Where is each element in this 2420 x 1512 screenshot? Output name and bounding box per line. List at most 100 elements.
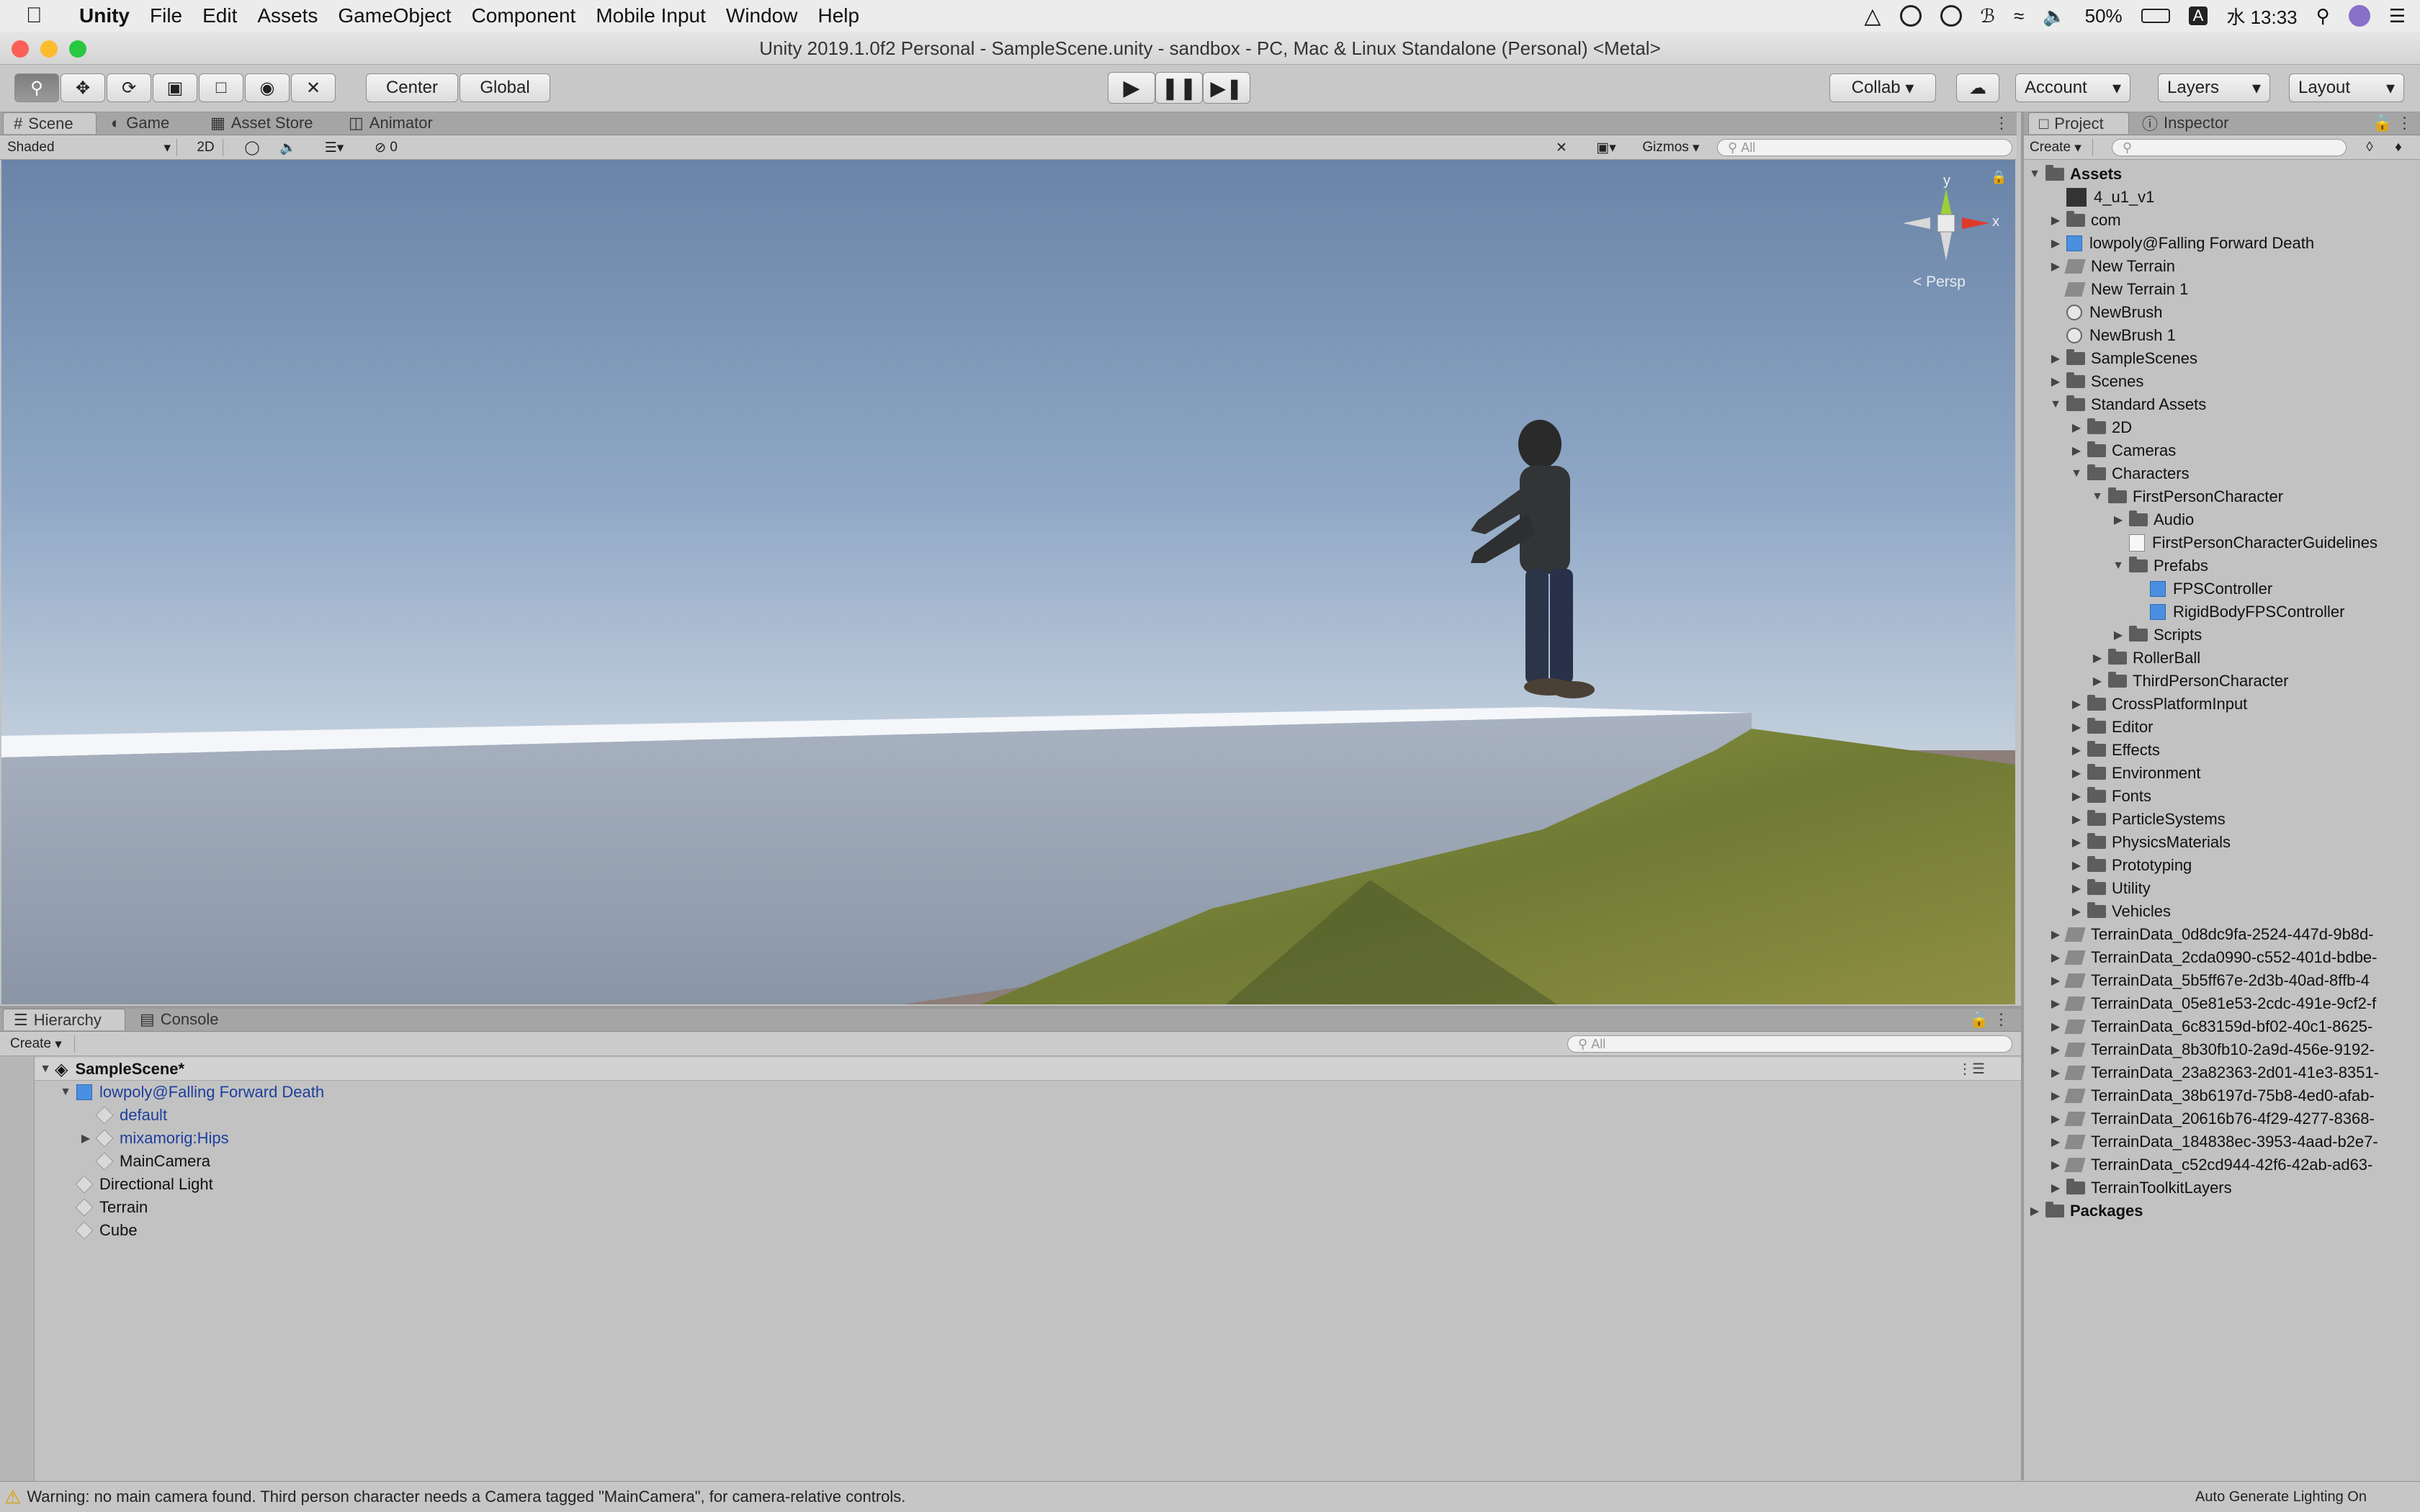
expand-right-icon[interactable]: ▶	[2049, 1135, 2062, 1149]
menu-app-unity[interactable]: Unity	[79, 4, 130, 27]
project-tree-row[interactable]: ▶ Editor	[2070, 716, 2153, 739]
project-tree-row[interactable]: ▶ ThirdPersonCharacter	[2091, 670, 2288, 693]
tab-console[interactable]: ▤ Console	[130, 1009, 238, 1030]
cloud-button[interactable]: ☁	[1956, 73, 1999, 102]
hierarchy-row[interactable]: ▶ mixamorig:Hips	[79, 1127, 229, 1150]
project-tree-row[interactable]: ▶ Fonts	[2070, 785, 2151, 808]
project-tree-row[interactable]: ▼ Standard Assets	[2049, 393, 2206, 416]
pivot-global-toggle[interactable]: Global	[460, 73, 550, 102]
menu-gameobject[interactable]: GameObject	[338, 4, 451, 27]
project-tree-row[interactable]: ▶ Packages	[2028, 1200, 2143, 1223]
project-tree-row[interactable]: ▶ CrossPlatformInput	[2070, 693, 2247, 716]
expand-right-icon[interactable]: ▶	[2070, 789, 2083, 804]
project-tree-row[interactable]: ▶ RollerBall	[2091, 647, 2200, 670]
expand-down-icon[interactable]: ▼	[2091, 490, 2104, 503]
play-button[interactable]: ▶	[1108, 72, 1155, 104]
expand-right-icon[interactable]: ▶	[2070, 835, 2083, 850]
creative-cloud-icon[interactable]	[1899, 5, 1922, 27]
pause-button[interactable]: ❚❚	[1155, 72, 1203, 104]
project-tree-row[interactable]: ▶ Scenes	[2049, 370, 2143, 393]
menu-edit[interactable]: Edit	[202, 4, 237, 27]
expand-right-icon[interactable]: ▶	[2049, 213, 2062, 228]
tab-scene[interactable]: # Scene	[3, 112, 97, 134]
menu-help[interactable]: Help	[817, 4, 859, 27]
project-tree-row[interactable]: ▶ Cameras	[2070, 439, 2176, 462]
expand-right-icon[interactable]: ▶	[2091, 674, 2104, 688]
project-tree-row[interactable]: ▶ TerrainData_6c83159d-bf02-40c1-8625-	[2049, 1015, 2373, 1038]
project-tree-row[interactable]: ▶ TerrainData_23a82363-2d01-41e3-8351-	[2049, 1061, 2379, 1084]
menu-window[interactable]: Window	[726, 4, 798, 27]
lighting-toggle[interactable]: ◯	[238, 139, 266, 156]
expand-right-icon[interactable]: ▶	[2070, 697, 2083, 711]
account-dropdown[interactable]: Account ▾	[2015, 73, 2130, 102]
project-tree-row[interactable]: ▶ TerrainData_c52cd944-42f6-42ab-ad63-	[2049, 1153, 2373, 1176]
apple-icon[interactable]: 	[26, 4, 55, 28]
scale-tool-button[interactable]: ▣	[153, 73, 197, 102]
project-tree-row[interactable]: FPSController	[2133, 577, 2272, 600]
battery-icon[interactable]	[2141, 9, 2170, 23]
expand-right-icon[interactable]: ▶	[2049, 1043, 2062, 1057]
project-tree-row[interactable]: ▶ 2D	[2070, 416, 2132, 439]
project-tree-row[interactable]: New Terrain 1	[2049, 278, 2188, 301]
hierarchy-row[interactable]: Cube	[59, 1219, 138, 1242]
transform-tool-button[interactable]: ◉	[245, 73, 290, 102]
close-window-button[interactable]	[12, 40, 29, 58]
expand-right-icon[interactable]: ▶	[2070, 743, 2083, 757]
project-tree-row[interactable]: ▶ New Terrain	[2049, 255, 2175, 278]
project-tree-row[interactable]: ▶ PhysicsMaterials	[2070, 831, 2231, 854]
panel-menu-icon[interactable]: ⋮	[1984, 112, 2012, 134]
project-tree-row[interactable]: RigidBodyFPSController	[2133, 600, 2344, 624]
project-tree-row[interactable]: ▶ TerrainData_2cda0990-c552-401d-bdbe-	[2049, 946, 2378, 969]
notification-center-icon[interactable]: ☰	[2389, 5, 2406, 27]
project-tree-row[interactable]: FirstPersonCharacterGuidelines	[2112, 531, 2378, 554]
expand-right-icon[interactable]: ▶	[2112, 513, 2125, 527]
expand-right-icon[interactable]: ▶	[2049, 1158, 2062, 1172]
hierarchy-row[interactable]: MainCamera	[79, 1150, 210, 1173]
project-tree-row[interactable]: ▶ TerrainData_0d8dc9fa-2524-447d-9b8d-	[2049, 923, 2374, 946]
hierarchy-search-input[interactable]: ⚲ All	[1567, 1035, 2012, 1053]
project-tree-row[interactable]: ▶ Utility	[2070, 877, 2151, 900]
hidden-objects-toggle[interactable]: ⊘ 0	[364, 139, 408, 156]
expand-right-icon[interactable]: ▶	[79, 1131, 92, 1146]
toggle-2d-button[interactable]: 2D	[189, 139, 223, 156]
hierarchy-row[interactable]: ▼ lowpoly@Falling Forward Death	[59, 1081, 324, 1104]
pivot-center-toggle[interactable]: Center	[366, 73, 458, 102]
step-button[interactable]: ▶❚	[1203, 72, 1250, 104]
project-tree-row[interactable]: ▶ Effects	[2070, 739, 2160, 762]
expand-right-icon[interactable]: ▶	[2070, 881, 2083, 896]
project-tree-row[interactable]: ▼ Prefabs	[2112, 554, 2208, 577]
project-tree-row[interactable]: ▶ com	[2049, 209, 2121, 232]
filter-by-label-button[interactable]: ♦	[2385, 139, 2411, 156]
expand-right-icon[interactable]: ▶	[2049, 950, 2062, 965]
project-tree-row[interactable]: ▶ Prototyping	[2070, 854, 2192, 877]
expand-right-icon[interactable]: ▶	[2049, 351, 2062, 366]
expand-down-icon[interactable]: ▼	[59, 1086, 72, 1099]
menu-component[interactable]: Component	[472, 4, 576, 27]
scene-search-input[interactable]: ⚲ All	[1717, 139, 2012, 156]
expand-right-icon[interactable]: ▶	[2049, 1089, 2062, 1103]
project-tree-row[interactable]: ▼ Characters	[2070, 462, 2190, 485]
volume-icon[interactable]: 🔈	[2043, 5, 2066, 27]
project-tree-row[interactable]: ▶ Environment	[2070, 762, 2201, 785]
project-tree-row[interactable]: 4_u1_v1	[2049, 186, 2154, 209]
camera-dropdown[interactable]: ▣ ▾	[1585, 139, 1628, 156]
expand-down-icon[interactable]: ▼	[39, 1063, 52, 1076]
project-tree-row[interactable]: ▶ ParticleSystems	[2070, 808, 2226, 831]
tab-animator[interactable]: ◫ Animator	[339, 112, 461, 134]
project-tree-row[interactable]: ▶ SampleScenes	[2049, 347, 2197, 370]
expand-right-icon[interactable]: ▶	[2049, 996, 2062, 1011]
project-tree-row[interactable]: ▶ TerrainData_184838ec-3953-4aad-b2e7-	[2049, 1130, 2378, 1153]
expand-right-icon[interactable]: ▶	[2070, 444, 2083, 458]
project-tree-row[interactable]: ▶ Vehicles	[2070, 900, 2171, 923]
hierarchy-row[interactable]: Directional Light	[59, 1173, 213, 1196]
effects-dropdown[interactable]: ☰ ▾	[313, 139, 356, 156]
project-panel-menu[interactable]: 🔒 ⋮	[2362, 112, 2417, 134]
tab-hierarchy[interactable]: ☰ Hierarchy	[3, 1009, 125, 1030]
expand-right-icon[interactable]: ▶	[2112, 628, 2125, 642]
collab-dropdown[interactable]: Collab ▾	[1829, 73, 1936, 102]
tab-inspector[interactable]: ⓘ Inspector	[2132, 112, 2247, 134]
lock-icon[interactable]: 🔒	[1991, 170, 2007, 185]
project-tree-row[interactable]: ▶ Scripts	[2112, 624, 2202, 647]
project-tree-row[interactable]: ▶ TerrainData_05e81e53-2cdc-491e-9cf2-f	[2049, 992, 2376, 1015]
project-tree-row[interactable]: ▶ TerrainData_5b5ff67e-2d3b-40ad-8ffb-4	[2049, 969, 2370, 992]
